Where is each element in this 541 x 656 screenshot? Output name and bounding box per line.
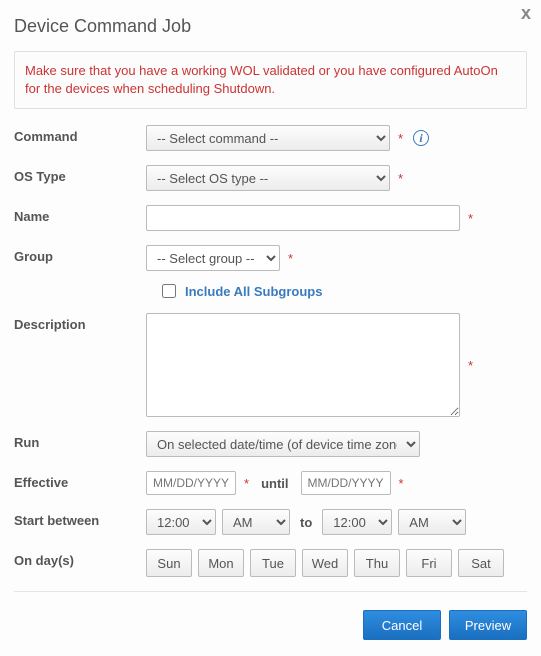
os-type-select[interactable]: -- Select OS type -- xyxy=(146,165,390,191)
device-command-job-dialog: x Device Command Job Make sure that you … xyxy=(0,0,541,656)
required-marker: * xyxy=(288,251,293,266)
effective-label: Effective xyxy=(14,471,146,490)
required-marker: * xyxy=(468,358,473,373)
effective-until-input[interactable] xyxy=(301,471,391,495)
day-button-thu[interactable]: Thu xyxy=(354,549,400,577)
description-textarea[interactable] xyxy=(146,313,460,417)
required-marker: * xyxy=(399,476,404,491)
to-label: to xyxy=(300,515,312,530)
dialog-footer: Cancel Preview xyxy=(14,610,527,640)
day-button-tue[interactable]: Tue xyxy=(250,549,296,577)
command-select[interactable]: -- Select command -- xyxy=(146,125,390,151)
until-label: until xyxy=(261,476,288,491)
include-subgroups-checkbox[interactable] xyxy=(162,284,176,298)
required-marker: * xyxy=(468,211,473,226)
name-label: Name xyxy=(14,205,146,224)
required-marker: * xyxy=(398,131,403,146)
dialog-title: Device Command Job xyxy=(14,16,527,37)
info-icon[interactable]: i xyxy=(413,130,429,146)
group-label: Group xyxy=(14,245,146,264)
include-subgroups-label: Include All Subgroups xyxy=(185,284,322,299)
form: Command -- Select command -- * i OS Type… xyxy=(14,125,527,640)
day-button-sun[interactable]: Sun xyxy=(146,549,192,577)
divider xyxy=(14,591,527,592)
run-select[interactable]: On selected date/time (of device time zo… xyxy=(146,431,420,457)
day-button-mon[interactable]: Mon xyxy=(198,549,244,577)
os-type-label: OS Type xyxy=(14,165,146,184)
warning-message: Make sure that you have a working WOL va… xyxy=(14,51,527,109)
close-icon[interactable]: x xyxy=(521,4,531,22)
day-button-fri[interactable]: Fri xyxy=(406,549,452,577)
cancel-button[interactable]: Cancel xyxy=(363,610,441,640)
command-label: Command xyxy=(14,125,146,144)
group-select[interactable]: -- Select group -- xyxy=(146,245,280,271)
effective-from-input[interactable] xyxy=(146,471,236,495)
start-ampm-2-select[interactable]: AM xyxy=(398,509,466,535)
name-input[interactable] xyxy=(146,205,460,231)
start-hour-1-select[interactable]: 12:00 xyxy=(146,509,216,535)
start-hour-2-select[interactable]: 12:00 xyxy=(322,509,392,535)
start-between-label: Start between xyxy=(14,509,146,528)
day-button-wed[interactable]: Wed xyxy=(302,549,348,577)
day-button-sat[interactable]: Sat xyxy=(458,549,504,577)
run-label: Run xyxy=(14,431,146,450)
description-label: Description xyxy=(14,313,146,332)
required-marker: * xyxy=(244,476,249,491)
start-ampm-1-select[interactable]: AM xyxy=(222,509,290,535)
on-days-label: On day(s) xyxy=(14,549,146,568)
required-marker: * xyxy=(398,171,403,186)
preview-button[interactable]: Preview xyxy=(449,610,527,640)
